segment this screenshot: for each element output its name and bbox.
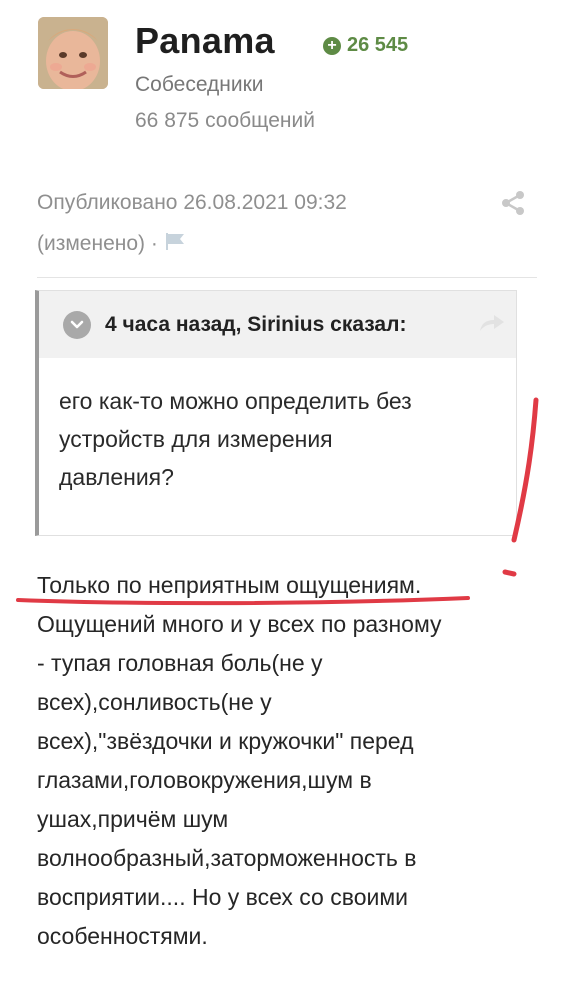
post-body: Только по неприятным ощущениям. Ощущений… bbox=[37, 566, 537, 956]
quote-line: устройств для измерения bbox=[59, 426, 333, 452]
plus-circle-icon: + bbox=[323, 36, 341, 55]
published-date: Опубликовано 26.08.2021 09:32 bbox=[37, 191, 347, 214]
post-line: - тупая головная боль(не у bbox=[37, 650, 323, 676]
post-line: Только по неприятным ощущениям. bbox=[37, 572, 422, 598]
share-icon[interactable] bbox=[499, 189, 527, 217]
quote-text: его как-то можно определить без устройст… bbox=[39, 358, 516, 496]
post-line: глазами,головокружения,шум в bbox=[37, 767, 372, 793]
user-group: Собеседники bbox=[135, 73, 264, 96]
quote-line: его как-то можно определить без bbox=[59, 388, 412, 414]
post-line: восприятии.... Но у всех со своими bbox=[37, 884, 408, 910]
post-line: Ощущений много и у всех по разному bbox=[37, 611, 442, 637]
reputation-value: 26 545 bbox=[347, 34, 409, 56]
chevron-down-icon[interactable] bbox=[63, 310, 91, 339]
quote-line: давления? bbox=[59, 464, 174, 490]
username-link[interactable]: Panama bbox=[135, 20, 275, 62]
post-line: волнообразный,заторможенность в bbox=[37, 845, 417, 871]
quote-citation: 4 часа назад, Sirinius сказал: bbox=[105, 312, 407, 336]
flag-icon[interactable] bbox=[164, 231, 186, 257]
edited-row: (изменено) · bbox=[37, 231, 186, 257]
arrow-share-icon[interactable] bbox=[478, 311, 506, 333]
divider bbox=[37, 277, 537, 278]
post-line: особенностями. bbox=[37, 923, 208, 949]
post-line: ушах,причём шум bbox=[37, 806, 229, 832]
post-line: всех),"звёздочки и кружочки" перед bbox=[37, 728, 414, 754]
post-count: 66 875 сообщений bbox=[135, 109, 315, 132]
avatar[interactable] bbox=[38, 17, 108, 89]
quote-block: 4 часа назад, Sirinius сказал: его как-т… bbox=[35, 290, 517, 536]
edited-label: (изменено) · bbox=[37, 232, 158, 255]
quote-header[interactable]: 4 часа назад, Sirinius сказал: bbox=[39, 291, 516, 358]
post-line: всех),сонливость(не у bbox=[37, 689, 272, 715]
reputation-badge[interactable]: + 26 545 bbox=[323, 34, 408, 57]
